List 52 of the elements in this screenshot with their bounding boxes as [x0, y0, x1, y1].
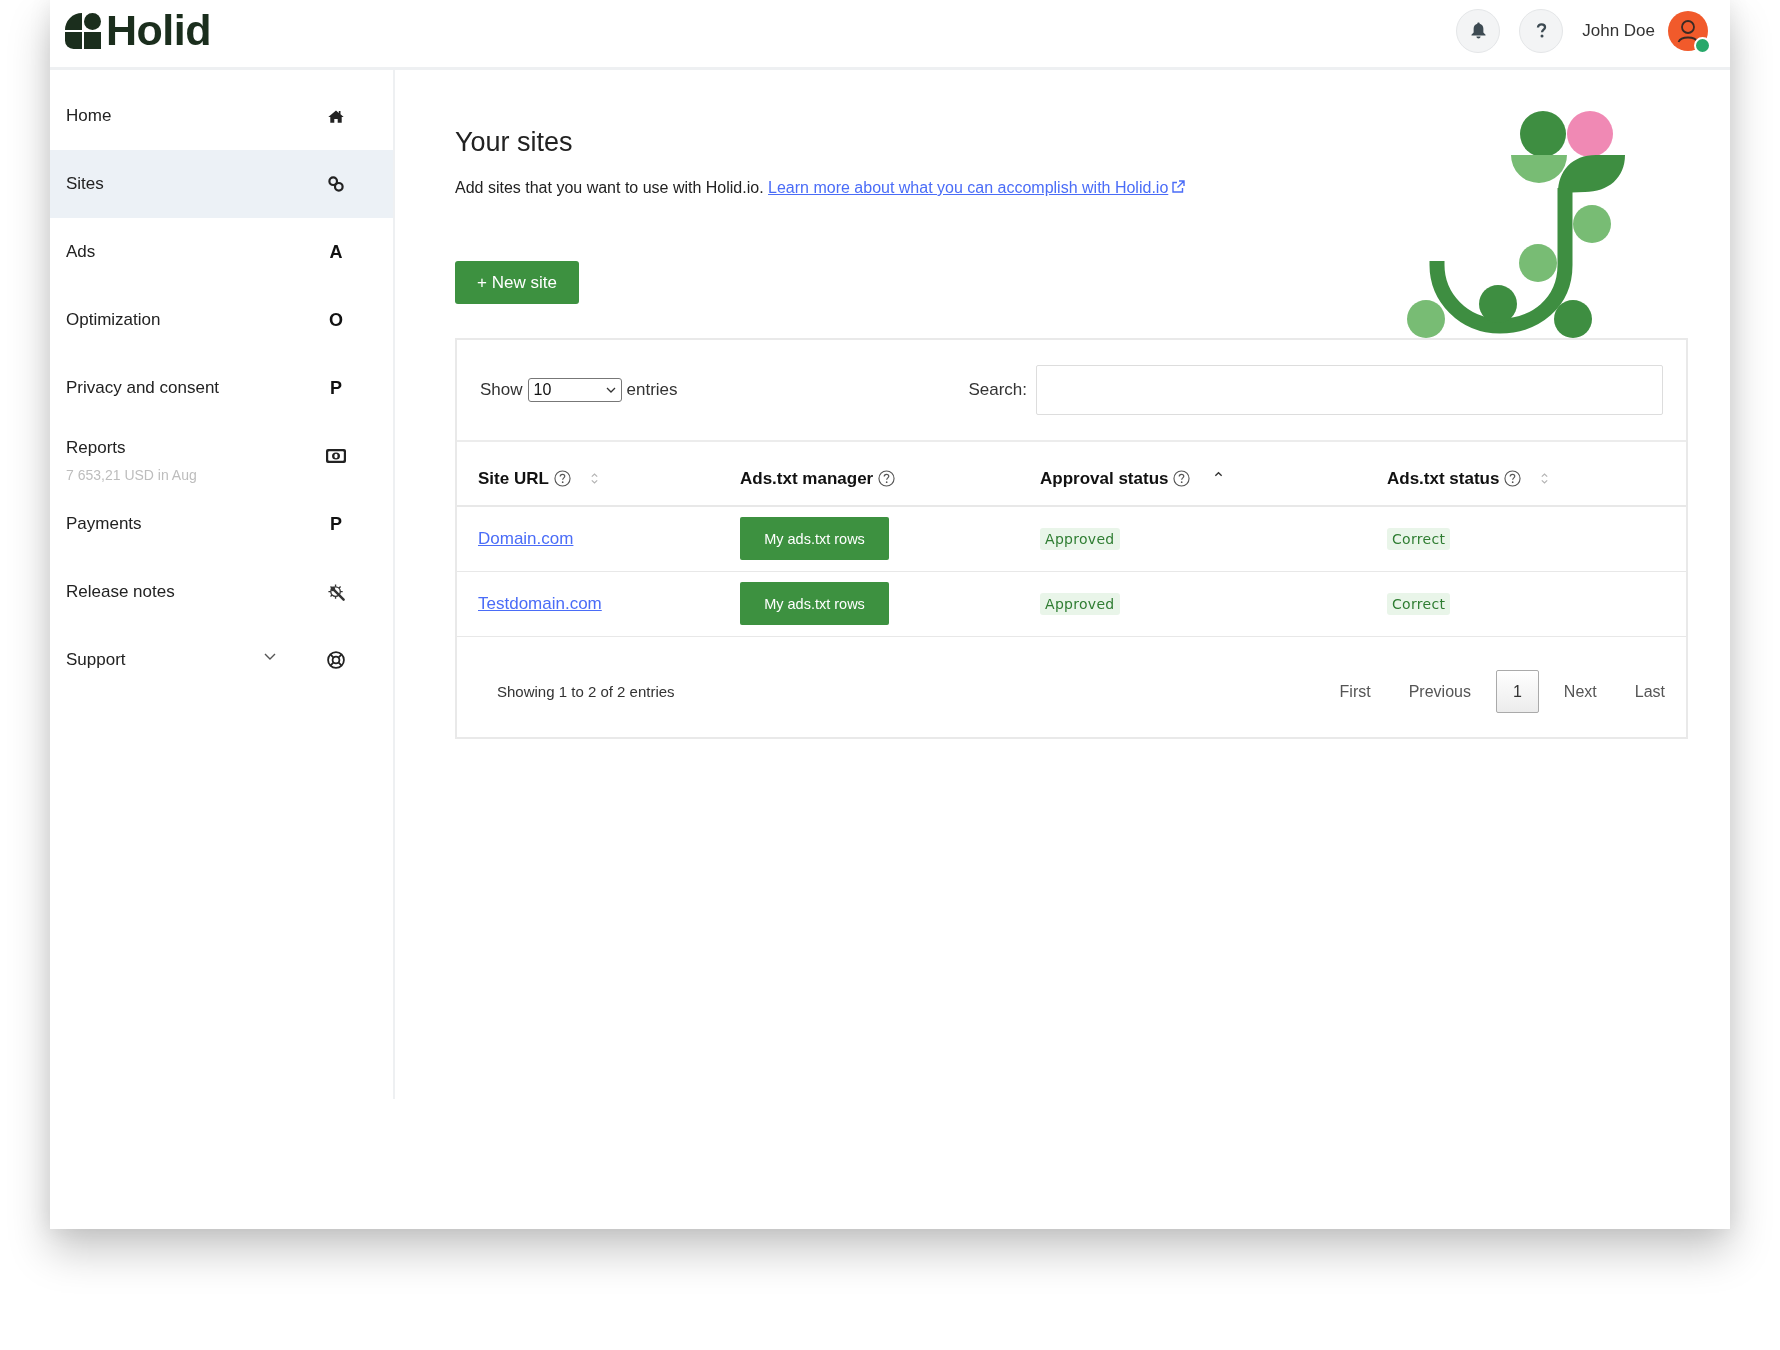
lifebuoy-icon	[327, 651, 345, 669]
approval-status-badge: Approved	[1040, 592, 1120, 615]
pagination-button[interactable]: First	[1326, 670, 1384, 713]
help-circle-icon[interactable]	[1504, 470, 1522, 487]
chevron-icon[interactable]	[264, 652, 276, 660]
home-icon	[328, 109, 344, 123]
help-circle-icon[interactable]	[553, 470, 571, 487]
sort-ascending-icon[interactable]	[1214, 470, 1224, 477]
logo-mark-icon	[65, 12, 101, 49]
help-circle-icon[interactable]	[1173, 470, 1191, 487]
avatar-icon[interactable]	[1668, 10, 1708, 51]
pagination-button[interactable]: Previous	[1395, 670, 1484, 713]
column-header: Site URL	[478, 468, 549, 489]
column-header: Ads.txt status	[1387, 468, 1500, 489]
site-link[interactable]: Domain.com	[478, 528, 574, 548]
nav-initial: P	[330, 513, 342, 535]
dropdown-caret-icon	[605, 387, 616, 393]
search-label: Search:	[968, 380, 1027, 400]
ads-txt-rows-button[interactable]: My ads.txt rows	[740, 582, 889, 625]
user-name[interactable]: John Doe	[1582, 20, 1655, 41]
pagination-button[interactable]: Last	[1621, 670, 1678, 713]
help-icon	[1535, 23, 1547, 38]
help-circle-icon[interactable]	[878, 470, 896, 487]
approval-status-badge: Approved	[1040, 527, 1120, 550]
ads-txt-status-badge: Correct	[1387, 527, 1451, 550]
entries-label: entries	[626, 380, 678, 400]
column-header: Approval status	[1040, 468, 1169, 489]
revenue-note: 7 653,21 USD in Aug	[66, 466, 198, 483]
show-label: Show	[480, 380, 523, 400]
bell-icon	[1470, 22, 1486, 39]
nav-initial: O	[329, 309, 343, 331]
nav-initial: A	[329, 241, 343, 263]
logo-wordmark: Holid	[106, 9, 211, 52]
nav-initial: P	[330, 377, 342, 399]
intro-text: Add sites that you want to use with Holid.io. Learn more about what you can accomplish with Holid.io	[455, 178, 1186, 198]
nav-item[interactable]: Sites	[50, 150, 393, 218]
entries-info: Showing 1 to 2 of 2 entries	[497, 683, 675, 700]
search-field[interactable]	[1036, 365, 1663, 415]
new-site-button[interactable]: + New site	[455, 261, 579, 304]
pagination-button[interactable]: 1	[1495, 670, 1539, 713]
gear-wrench-icon	[326, 582, 346, 602]
ads-txt-status-badge: Correct	[1387, 592, 1451, 615]
entries-select[interactable]: 10	[527, 378, 622, 402]
column-header: Ads.txt manager	[740, 468, 874, 489]
banknote-icon	[326, 449, 346, 463]
link-icon	[328, 176, 344, 192]
pagination-button[interactable]: Next	[1550, 670, 1610, 713]
page-title: Your sites	[455, 126, 574, 159]
learn-more-link[interactable]: Learn more about what you can accomplish with Holid.io	[768, 179, 1186, 196]
ads-txt-rows-button[interactable]: My ads.txt rows	[740, 517, 889, 561]
site-link[interactable]: Testdomain.com	[478, 593, 602, 613]
external-link-icon	[1171, 180, 1186, 194]
